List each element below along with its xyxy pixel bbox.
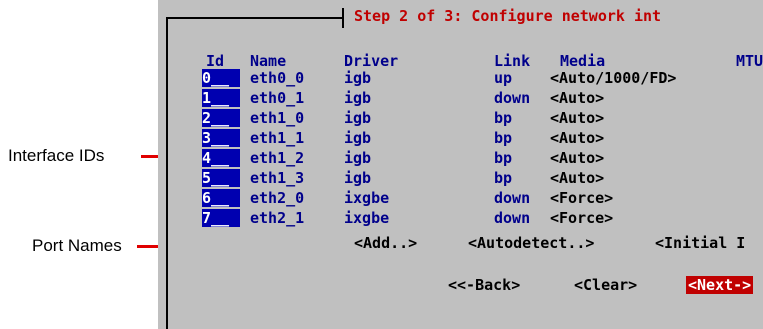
port-name: eth2_1 bbox=[250, 209, 305, 227]
link-status: down bbox=[494, 209, 531, 227]
dialog-title: Step 2 of 3: Configure network int bbox=[354, 7, 662, 25]
link-status: bp bbox=[494, 149, 513, 167]
interface-id-field[interactable]: 0__ bbox=[202, 69, 240, 87]
link-status: down bbox=[494, 189, 531, 207]
header-id: Id bbox=[206, 52, 225, 70]
port-name: eth0_0 bbox=[250, 69, 305, 87]
link-status: down bbox=[494, 89, 531, 107]
interface-id-field[interactable]: 3__ bbox=[202, 129, 240, 147]
driver-value: ixgbe bbox=[344, 189, 390, 207]
driver-value: igb bbox=[344, 109, 372, 127]
interface-id-field[interactable]: 1__ bbox=[202, 89, 240, 107]
link-status: bp bbox=[494, 129, 513, 147]
header-name: Name bbox=[250, 52, 287, 70]
media-select[interactable]: <Auto> bbox=[550, 169, 604, 187]
port-name: eth1_2 bbox=[250, 149, 305, 167]
header-link: Link bbox=[494, 52, 531, 70]
header-mtu: MTU bbox=[736, 52, 763, 70]
autodetect-button[interactable]: <Autodetect..> bbox=[468, 234, 594, 252]
dialog-border-left bbox=[166, 17, 168, 329]
media-select[interactable]: <Force> bbox=[550, 189, 613, 207]
terminal-screen: Step 2 of 3: Configure network int Id Na… bbox=[158, 0, 763, 329]
port-name: eth2_0 bbox=[250, 189, 305, 207]
port-names-annotation: Port Names bbox=[32, 236, 122, 255]
driver-value: ixgbe bbox=[344, 209, 390, 227]
dialog-border-top bbox=[166, 17, 344, 19]
add-button[interactable]: <Add..> bbox=[354, 234, 417, 252]
interface-id-field[interactable]: 4__ bbox=[202, 149, 240, 167]
port-name: eth1_0 bbox=[250, 109, 305, 127]
driver-value: igb bbox=[344, 149, 372, 167]
clear-button[interactable]: <Clear> bbox=[574, 276, 637, 294]
port-name: eth1_1 bbox=[250, 129, 305, 147]
header-media: Media bbox=[560, 52, 606, 70]
media-select[interactable]: <Auto> bbox=[550, 89, 604, 107]
media-select[interactable]: <Force> bbox=[550, 209, 613, 227]
initial-button[interactable]: <Initial I bbox=[655, 234, 745, 252]
interface-id-field[interactable]: 5__ bbox=[202, 169, 240, 187]
dialog-border-tick bbox=[342, 8, 344, 28]
driver-value: igb bbox=[344, 169, 372, 187]
port-name: eth0_1 bbox=[250, 89, 305, 107]
back-button[interactable]: <<-Back> bbox=[448, 276, 520, 294]
driver-value: igb bbox=[344, 129, 372, 147]
next-button[interactable]: <Next-> bbox=[686, 276, 754, 294]
interface-id-field[interactable]: 6__ bbox=[202, 189, 240, 207]
media-select[interactable]: <Auto/1000/FD> bbox=[550, 69, 676, 87]
header-driver: Driver bbox=[344, 52, 399, 70]
media-select[interactable]: <Auto> bbox=[550, 129, 604, 147]
port-name: eth1_3 bbox=[250, 169, 305, 187]
media-select[interactable]: <Auto> bbox=[550, 149, 604, 167]
media-select[interactable]: <Auto> bbox=[550, 109, 604, 127]
link-status: bp bbox=[494, 169, 513, 187]
link-status: bp bbox=[494, 109, 513, 127]
interface-id-field[interactable]: 7__ bbox=[202, 209, 240, 227]
driver-value: igb bbox=[344, 89, 372, 107]
link-status: up bbox=[494, 69, 513, 87]
driver-value: igb bbox=[344, 69, 372, 87]
interface-id-field[interactable]: 2__ bbox=[202, 109, 240, 127]
interface-ids-annotation: Interface IDs bbox=[8, 146, 105, 165]
